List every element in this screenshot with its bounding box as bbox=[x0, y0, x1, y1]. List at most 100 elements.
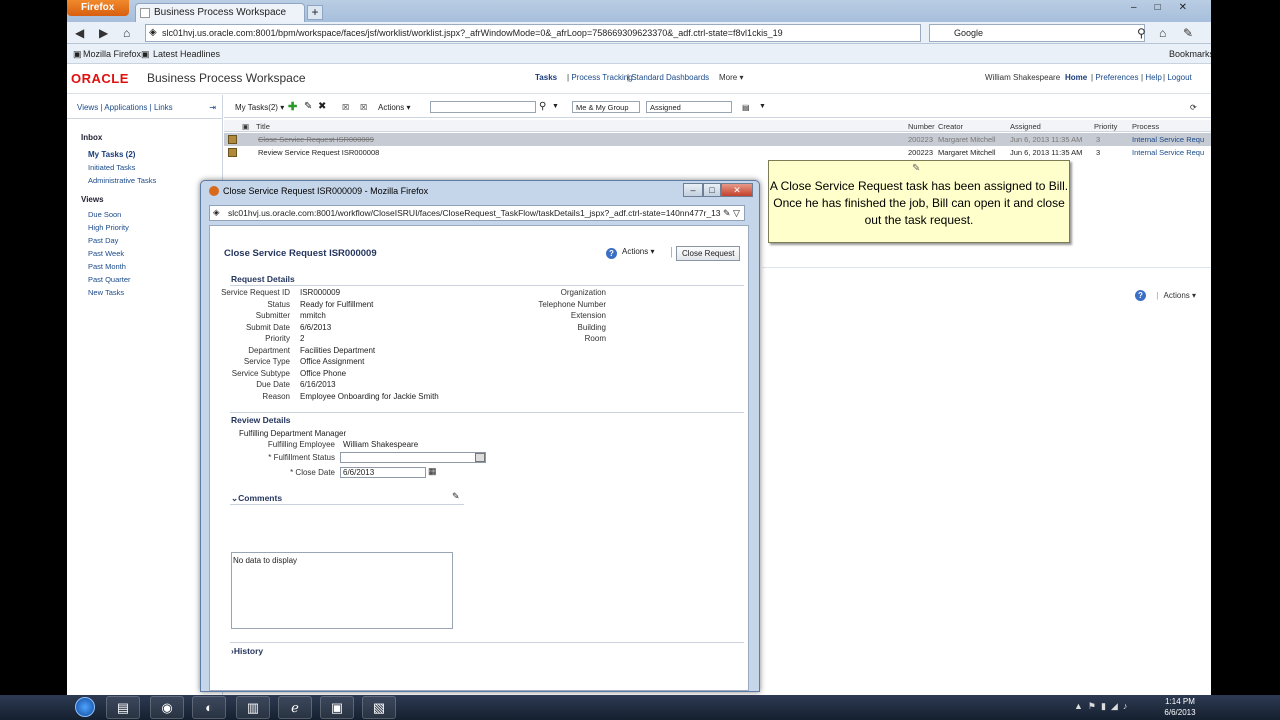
close-window-button[interactable]: ✕ bbox=[721, 183, 753, 197]
field-label-building: Building bbox=[577, 323, 606, 332]
sidebar-item-my-tasks[interactable]: My Tasks (2) bbox=[88, 148, 222, 161]
nav-tasks[interactable]: Tasks bbox=[535, 73, 557, 82]
page-icon bbox=[140, 8, 150, 18]
popup-tools-icon[interactable]: ✎ ▽ bbox=[723, 208, 740, 219]
form-actions-menu[interactable]: Actions ▾ bbox=[622, 247, 654, 256]
taskbar-firefox-icon[interactable]: ◉ bbox=[150, 696, 184, 719]
approve-icon[interactable]: ☒ bbox=[342, 103, 349, 112]
sidebar-item-initiated-tasks[interactable]: Initiated Tasks bbox=[88, 161, 222, 174]
taskbar-ie-icon[interactable]: ℯ bbox=[278, 696, 312, 719]
row-process[interactable]: Internal Service Requ bbox=[1132, 135, 1204, 144]
tools-icon[interactable]: ✖ bbox=[318, 101, 326, 112]
link-preferences[interactable]: | Preferences bbox=[1091, 73, 1138, 82]
popup-url-bar[interactable]: ◈ slc01hvj.us.oracle.com:8001/workflow/C… bbox=[209, 205, 745, 221]
clock[interactable]: 1:14 PM 6/6/2013 bbox=[1158, 696, 1202, 718]
row-title[interactable]: Review Service Request ISR000008 bbox=[258, 148, 379, 157]
refresh-icon[interactable]: ⟳ bbox=[1190, 103, 1197, 112]
taskbar-explorer-icon[interactable]: ▥ bbox=[236, 696, 270, 719]
field-value: Employee Onboarding for Jackie Smith bbox=[300, 392, 439, 401]
task-icon bbox=[228, 148, 237, 157]
dropdown-icon[interactable] bbox=[475, 453, 485, 462]
view-chevron-icon[interactable]: ▼ bbox=[759, 103, 766, 110]
home-icon[interactable]: ⌂ bbox=[123, 26, 130, 40]
start-button[interactable] bbox=[72, 695, 98, 720]
field-label-organization: Organization bbox=[560, 288, 606, 297]
tab-views[interactable]: Views bbox=[77, 103, 98, 112]
col-assigned[interactable]: Assigned bbox=[1010, 122, 1041, 131]
pin-icon: ✎ bbox=[912, 163, 921, 174]
help-icon[interactable]: ? bbox=[606, 248, 617, 259]
new-tab-button[interactable]: + bbox=[307, 5, 323, 20]
calendar-icon[interactable]: ▦ bbox=[428, 466, 437, 477]
row-title[interactable]: Close Service Request ISR000009 bbox=[258, 135, 374, 144]
detail-actions-menu[interactable]: Actions ▾ bbox=[1164, 291, 1196, 300]
chevron-down-icon[interactable]: ▼ bbox=[552, 103, 559, 110]
maximize-button[interactable]: □ bbox=[703, 183, 721, 197]
pin-icon[interactable]: ⇥ bbox=[209, 103, 216, 112]
firefox-menu-button[interactable]: Firefox bbox=[67, 0, 129, 16]
task-form: Close Service Request ISR000009 ? Action… bbox=[209, 225, 749, 691]
system-tray[interactable]: ▲⚑▮◢♪ bbox=[1074, 701, 1132, 712]
row-assigned: Jun 6, 2013 11:35 AM bbox=[1010, 135, 1083, 144]
back-icon[interactable]: ◀ bbox=[75, 26, 84, 40]
taskbar-folder-icon[interactable]: ▤ bbox=[106, 696, 140, 719]
link-logout[interactable]: | Logout bbox=[1163, 73, 1192, 82]
table-row[interactable]: Review Service Request ISR000008 200223 … bbox=[224, 146, 1211, 159]
detail-splitter[interactable] bbox=[762, 267, 1211, 271]
nav-standard-dashboards[interactable]: | Standard Dashboards bbox=[627, 73, 709, 82]
col-priority[interactable]: Priority bbox=[1094, 122, 1117, 131]
home-button-icon[interactable]: ⌂ bbox=[1159, 26, 1166, 40]
link-help[interactable]: | Help bbox=[1141, 73, 1162, 82]
tab-applications[interactable]: Applications bbox=[104, 103, 147, 112]
edit-icon[interactable]: ✎ bbox=[304, 101, 312, 112]
site-icon: ◈ bbox=[213, 207, 220, 217]
comments-heading[interactable]: ⌄Comments bbox=[231, 493, 282, 504]
col-number[interactable]: Number bbox=[908, 122, 935, 131]
url-bar[interactable]: ◈ slc01hvj.us.oracle.com:8001/bpm/worksp… bbox=[145, 24, 921, 42]
my-tasks-dropdown[interactable]: My Tasks(2) ▾ bbox=[235, 103, 284, 112]
group-filter[interactable]: Me & My Group bbox=[572, 101, 640, 113]
add-icon[interactable]: ✚ bbox=[288, 100, 297, 113]
settings-icon[interactable]: ✎ bbox=[1183, 26, 1193, 40]
sidebar-tabs: Views | Applications | Links ⇥ bbox=[67, 95, 222, 119]
history-heading[interactable]: ›History bbox=[231, 646, 263, 656]
inbox-heading: Inbox bbox=[81, 133, 103, 142]
tab-workspace[interactable]: Business Process Workspace bbox=[135, 3, 305, 22]
view-options-icon[interactable]: ▤ bbox=[742, 103, 750, 112]
nav-more[interactable]: More ▾ bbox=[719, 73, 743, 82]
col-creator[interactable]: Creator bbox=[938, 122, 963, 131]
reject-icon[interactable]: ☒ bbox=[360, 103, 367, 112]
select-all-icon[interactable]: ▣ bbox=[242, 122, 249, 131]
window-controls[interactable]: –□✕ bbox=[1131, 2, 1205, 13]
close-request-button[interactable]: Close Request bbox=[676, 246, 741, 261]
taskbar-presentation-icon[interactable]: ▧ bbox=[362, 696, 396, 719]
table-row[interactable]: Close Service Request ISR000009 200223 M… bbox=[224, 133, 1211, 146]
actions-menu[interactable]: Actions ▾ bbox=[378, 103, 410, 112]
nav-process-tracking[interactable]: | Process Tracking bbox=[567, 73, 633, 82]
search-field[interactable] bbox=[430, 101, 536, 113]
bookmarks-menu[interactable]: Bookmarks bbox=[1169, 49, 1211, 59]
bookmark-latest-headlines[interactable]: Latest Headlines bbox=[153, 49, 220, 59]
minimize-button[interactable]: – bbox=[683, 183, 703, 197]
add-comment-icon[interactable]: ✎ bbox=[452, 491, 460, 502]
url-text: slc01hvj.us.oracle.com:8001/bpm/workspac… bbox=[162, 28, 783, 38]
fulfillment-status-select[interactable] bbox=[340, 452, 486, 463]
state-filter[interactable]: Assigned bbox=[646, 101, 732, 113]
help-icon[interactable]: ? bbox=[1135, 290, 1146, 301]
popup-window: Close Service Request ISR000009 - Mozill… bbox=[200, 180, 760, 692]
tab-links[interactable]: Links bbox=[154, 103, 173, 112]
link-home[interactable]: Home bbox=[1065, 73, 1087, 82]
search-icon[interactable]: ⚲ bbox=[539, 101, 546, 112]
field-label: Submitter bbox=[255, 311, 290, 320]
close-date-input[interactable]: 6/6/2013 bbox=[340, 467, 426, 478]
col-title[interactable]: Title bbox=[256, 122, 270, 131]
taskbar-remote-icon[interactable]: ▣ bbox=[320, 696, 354, 719]
field-label: Service Type bbox=[243, 357, 290, 366]
search-input[interactable]: Google bbox=[929, 24, 1145, 42]
forward-icon[interactable]: ▶ bbox=[99, 26, 108, 40]
taskbar-app-icon[interactable]: ◐ bbox=[192, 696, 226, 719]
bookmark-mozilla[interactable]: Mozilla Firefox bbox=[83, 49, 141, 59]
row-process[interactable]: Internal Service Requ bbox=[1132, 148, 1204, 157]
col-process[interactable]: Process bbox=[1132, 122, 1159, 131]
search-icon[interactable]: ⚲ bbox=[1137, 26, 1146, 40]
